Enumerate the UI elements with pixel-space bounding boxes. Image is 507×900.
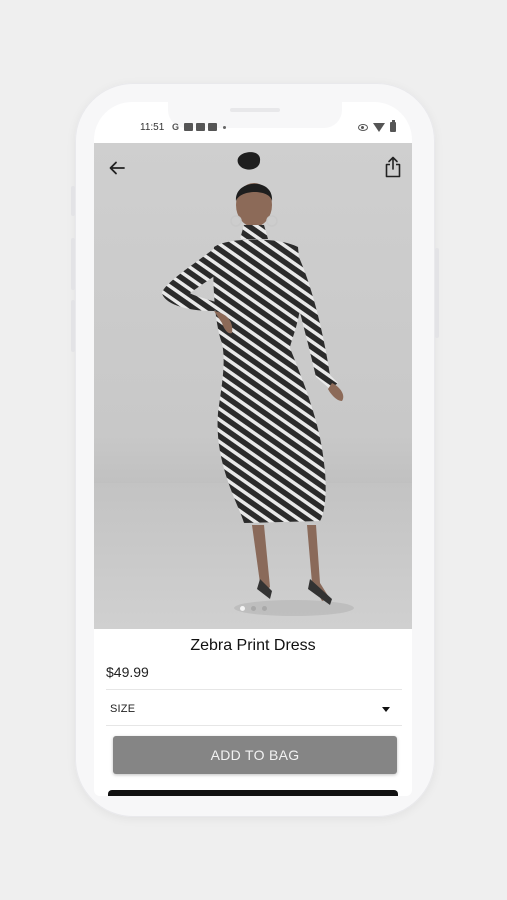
notification-icons: G — [172, 122, 226, 132]
wifi-icon — [373, 122, 385, 132]
product-image-gallery[interactable] — [94, 143, 412, 629]
product-photo-model — [162, 152, 354, 616]
status-time: 11:51 — [140, 122, 165, 133]
back-button[interactable] — [106, 157, 128, 179]
phone-side-button — [71, 300, 75, 352]
status-bar: 11:51 G — [94, 102, 412, 142]
system-icons — [358, 120, 396, 132]
pager-dot-active[interactable] — [239, 606, 245, 611]
pager-dot[interactable] — [250, 606, 256, 611]
eye-icon — [358, 123, 368, 131]
phone-side-button — [435, 248, 439, 338]
share-button[interactable] — [382, 155, 404, 179]
size-selector[interactable]: SIZE — [106, 693, 402, 725]
phone-side-button — [71, 186, 75, 216]
share-icon — [385, 156, 401, 178]
square-icon — [196, 123, 205, 131]
phone-side-button — [71, 238, 75, 290]
divider — [106, 725, 402, 726]
chevron-down-icon — [382, 706, 390, 712]
bottom-edge-bar — [108, 790, 398, 796]
dot-icon — [223, 125, 226, 129]
battery-icon — [390, 120, 396, 132]
product-title: Zebra Print Dress — [190, 637, 316, 654]
arrow-left-icon — [109, 161, 125, 175]
app-screen: 11:51 G Zebra Print Dress $49.99 SIZE AD… — [94, 102, 412, 796]
size-label: SIZE — [110, 703, 136, 715]
add-to-bag-button[interactable]: ADD TO BAG — [113, 736, 397, 774]
image-pager — [94, 606, 412, 611]
note-icon — [184, 123, 193, 131]
square-icon — [208, 123, 217, 131]
product-price: $49.99 — [106, 664, 149, 680]
pager-dot[interactable] — [261, 606, 267, 611]
google-g-icon: G — [172, 122, 180, 132]
divider — [106, 689, 402, 690]
